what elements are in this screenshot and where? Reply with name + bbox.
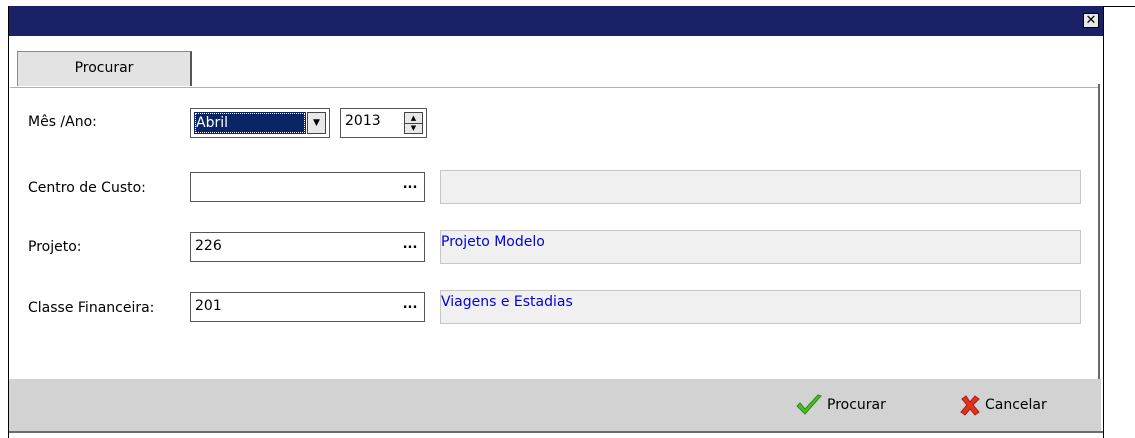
year-value: 2013 (345, 113, 381, 129)
month-dropdown-button[interactable]: ▼ (307, 112, 326, 134)
financial-class-field[interactable]: 201 ... (190, 292, 425, 322)
cost-center-field[interactable]: ... (190, 172, 425, 202)
month-select[interactable]: Abril ▼ (190, 108, 330, 138)
year-decrement-button[interactable]: ▼ (405, 123, 422, 133)
project-value: 226 (195, 238, 222, 254)
financial-class-lookup-button[interactable]: ... (399, 296, 421, 318)
search-button[interactable]: Procurar (795, 392, 886, 418)
year-stepper[interactable]: 2013 ▲ ▼ (340, 108, 427, 138)
tab-panel-border (10, 87, 1100, 88)
title-bar: ✕ (9, 6, 1103, 36)
close-icon: ✕ (1085, 13, 1097, 28)
cost-center-lookup-button[interactable]: ... (399, 176, 421, 198)
dialog-window: ✕ Procurar Mês /Ano: Abril ▼ 2013 ▲ ▼ Ce… (8, 6, 1104, 438)
cancel-button[interactable]: Cancelar (959, 392, 1047, 418)
chevron-down-icon: ▼ (313, 118, 320, 128)
cost-center-label: Centro de Custo: (28, 180, 146, 196)
financial-class-value: 201 (195, 298, 222, 314)
cost-center-description (440, 170, 1081, 204)
close-button[interactable]: ✕ (1083, 13, 1099, 28)
arrow-down-icon: ▼ (410, 124, 417, 132)
dialog-footer: Procurar Cancelar (9, 379, 1101, 431)
tab-label: Procurar (74, 60, 134, 76)
tab-panel-right-border (1098, 84, 1100, 380)
project-description: Projeto Modelo (440, 230, 1081, 264)
tab-procurar[interactable]: Procurar (17, 51, 192, 86)
arrow-up-icon: ▲ (410, 114, 417, 122)
project-label: Projeto: (28, 239, 82, 255)
window-bottom-border (9, 431, 1103, 433)
project-field[interactable]: 226 ... (190, 232, 425, 262)
project-lookup-button[interactable]: ... (399, 236, 421, 258)
top-divider-line (1102, 6, 1135, 7)
year-spin-buttons: ▲ ▼ (404, 112, 423, 134)
check-icon (796, 394, 822, 415)
x-icon (960, 395, 980, 416)
search-button-label: Procurar (827, 397, 886, 413)
financial-class-description: Viagens e Estadias (440, 290, 1081, 324)
cancel-button-label: Cancelar (985, 397, 1047, 413)
month-year-label: Mês /Ano: (28, 114, 97, 130)
financial-class-label: Classe Financeira: (28, 300, 155, 316)
month-select-value: Abril (194, 112, 306, 134)
